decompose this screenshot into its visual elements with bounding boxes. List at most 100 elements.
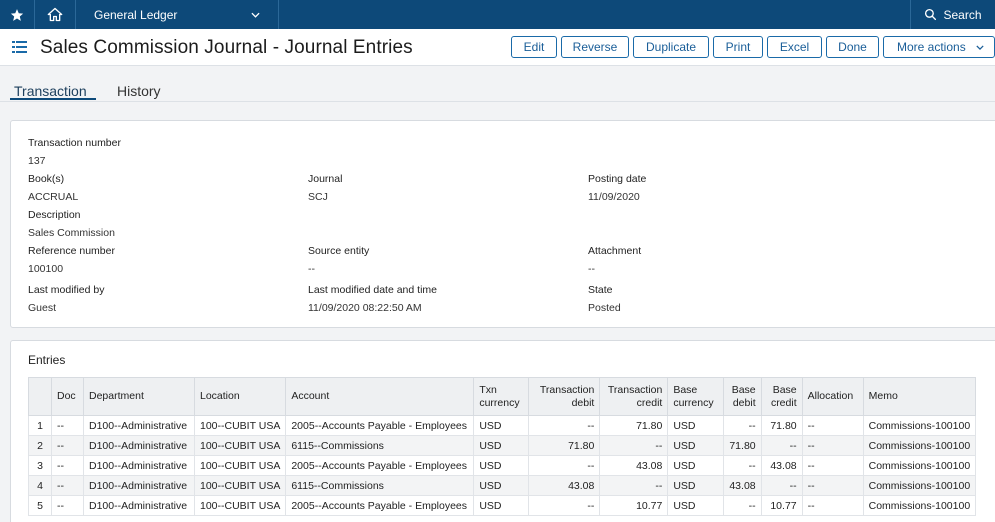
table-cell: --	[801, 475, 864, 496]
table-header-row: Doc Department Location Account Txn currency…	[28, 377, 977, 416]
table-cell: D100--Administrative	[83, 455, 195, 476]
table-cell: --	[599, 435, 669, 456]
favorites-button[interactable]	[0, 0, 35, 29]
table-cell: 71.80	[760, 415, 803, 436]
table-cell: 2005--Accounts Payable - Employees	[285, 495, 475, 516]
table-cell: 43.08	[723, 475, 762, 496]
table-cell: --	[723, 495, 762, 516]
print-button[interactable]: Print	[713, 36, 763, 58]
transaction-details-panel: Transaction number 137 Book(s) ACCRUAL J…	[10, 120, 995, 328]
star-icon	[10, 8, 24, 21]
table-cell: 2005--Accounts Payable - Employees	[285, 415, 475, 436]
table-cell: 43.08	[528, 475, 601, 496]
table-cell: USD	[473, 455, 530, 476]
transaction-debit-header[interactable]: Transaction debit	[528, 377, 601, 416]
table-cell: D100--Administrative	[83, 415, 195, 436]
table-cell: 4	[28, 475, 52, 496]
description-field: Description Sales Commission	[28, 209, 115, 239]
table-cell: --	[801, 415, 864, 436]
table-cell: --	[801, 495, 864, 516]
table-cell: USD	[667, 455, 725, 476]
active-tab-indicator	[10, 98, 96, 100]
memo-header[interactable]: Memo	[862, 377, 977, 416]
table-cell: D100--Administrative	[83, 495, 195, 516]
table-cell: 5	[28, 495, 52, 516]
doc-header[interactable]: Doc	[51, 377, 84, 416]
table-cell: USD	[473, 415, 530, 436]
base-currency-header[interactable]: Base currency	[667, 377, 725, 416]
table-cell: 6115--Commissions	[285, 435, 475, 456]
table-cell: --	[51, 435, 84, 456]
transaction-credit-header[interactable]: Transaction credit	[599, 377, 669, 416]
table-cell: --	[528, 415, 601, 436]
entries-table: Doc Department Location Account Txn currency…	[28, 377, 977, 516]
location-header[interactable]: Location	[193, 377, 287, 416]
table-cell: --	[801, 435, 864, 456]
table-cell: 10.77	[599, 495, 669, 516]
table-cell: 100--CUBIT USA	[193, 475, 287, 496]
journal-field: Journal SCJ	[308, 173, 343, 203]
table-cell: --	[51, 475, 84, 496]
page-header: Sales Commission Journal - Journal Entri…	[0, 29, 995, 66]
home-icon	[47, 7, 63, 22]
action-toolbar: Edit Reverse Duplicate Print Excel Done …	[511, 36, 995, 58]
search-button[interactable]: Search	[911, 0, 995, 29]
state-field: State Posted	[588, 284, 621, 314]
table-row[interactable]: 2 -- D100--Administrative 100--CUBIT USA 611…	[28, 435, 977, 456]
table-cell: 100--CUBIT USA	[193, 435, 287, 456]
table-row[interactable]: 4 -- D100--Administrative 100--CUBIT USA 611…	[28, 475, 977, 496]
search-label: Search	[943, 7, 982, 22]
table-row[interactable]: 5 -- D100--Administrative 100--CUBIT USA 200…	[28, 495, 977, 516]
tab-history[interactable]: History	[117, 83, 161, 99]
excel-button[interactable]: Excel	[767, 36, 822, 58]
edit-button[interactable]: Edit	[511, 36, 557, 58]
table-cell: 2005--Accounts Payable - Employees	[285, 455, 475, 476]
table-cell: USD	[473, 495, 530, 516]
table-cell: 43.08	[599, 455, 669, 476]
table-cell: 100--CUBIT USA	[193, 455, 287, 476]
transaction-number-field: Transaction number 137	[28, 137, 121, 167]
reverse-button[interactable]: Reverse	[561, 36, 629, 58]
table-cell: Commissions-100100	[862, 435, 977, 456]
attachment-field: Attachment --	[588, 245, 642, 275]
books-field: Book(s) ACCRUAL	[28, 173, 79, 203]
txn-currency-header[interactable]: Txn currency	[473, 377, 530, 416]
list-menu-icon[interactable]	[12, 41, 27, 53]
table-cell: 3	[28, 455, 52, 476]
home-button[interactable]	[35, 0, 76, 29]
table-cell: 100--CUBIT USA	[193, 415, 287, 436]
chevron-down-icon	[251, 12, 260, 18]
more-actions-label: More actions	[897, 40, 966, 54]
table-cell: 100--CUBIT USA	[193, 495, 287, 516]
table-cell: USD	[667, 435, 725, 456]
table-cell: 71.80	[723, 435, 762, 456]
department-header[interactable]: Department	[83, 377, 195, 416]
table-cell: --	[760, 435, 803, 456]
table-cell: USD	[667, 475, 725, 496]
reference-number-field: Reference number 100100	[28, 245, 115, 275]
table-row[interactable]: 1 -- D100--Administrative 100--CUBIT USA 200…	[28, 415, 977, 436]
table-cell: USD	[473, 475, 530, 496]
table-cell: --	[723, 455, 762, 476]
table-row[interactable]: 3 -- D100--Administrative 100--CUBIT USA 200…	[28, 455, 977, 476]
search-icon	[925, 8, 937, 21]
allocation-header[interactable]: Allocation	[801, 377, 864, 416]
table-cell: Commissions-100100	[862, 455, 977, 476]
base-credit-header[interactable]: Base credit	[760, 377, 803, 416]
more-actions-button[interactable]: More actions	[883, 36, 995, 58]
done-button[interactable]: Done	[826, 36, 879, 58]
base-debit-header[interactable]: Base debit	[723, 377, 762, 416]
account-header[interactable]: Account	[285, 377, 475, 416]
table-cell: Commissions-100100	[862, 475, 977, 496]
entries-title: Entries	[28, 353, 66, 367]
table-cell: --	[51, 455, 84, 476]
table-cell: 6115--Commissions	[285, 475, 475, 496]
table-cell: --	[528, 455, 601, 476]
table-cell: --	[51, 495, 84, 516]
duplicate-button[interactable]: Duplicate	[633, 36, 709, 58]
table-cell: USD	[667, 495, 725, 516]
table-cell: --	[51, 415, 84, 436]
table-cell: 10.77	[760, 495, 803, 516]
module-selector[interactable]: General Ledger	[76, 0, 279, 29]
tab-transaction[interactable]: Transaction	[14, 83, 87, 99]
